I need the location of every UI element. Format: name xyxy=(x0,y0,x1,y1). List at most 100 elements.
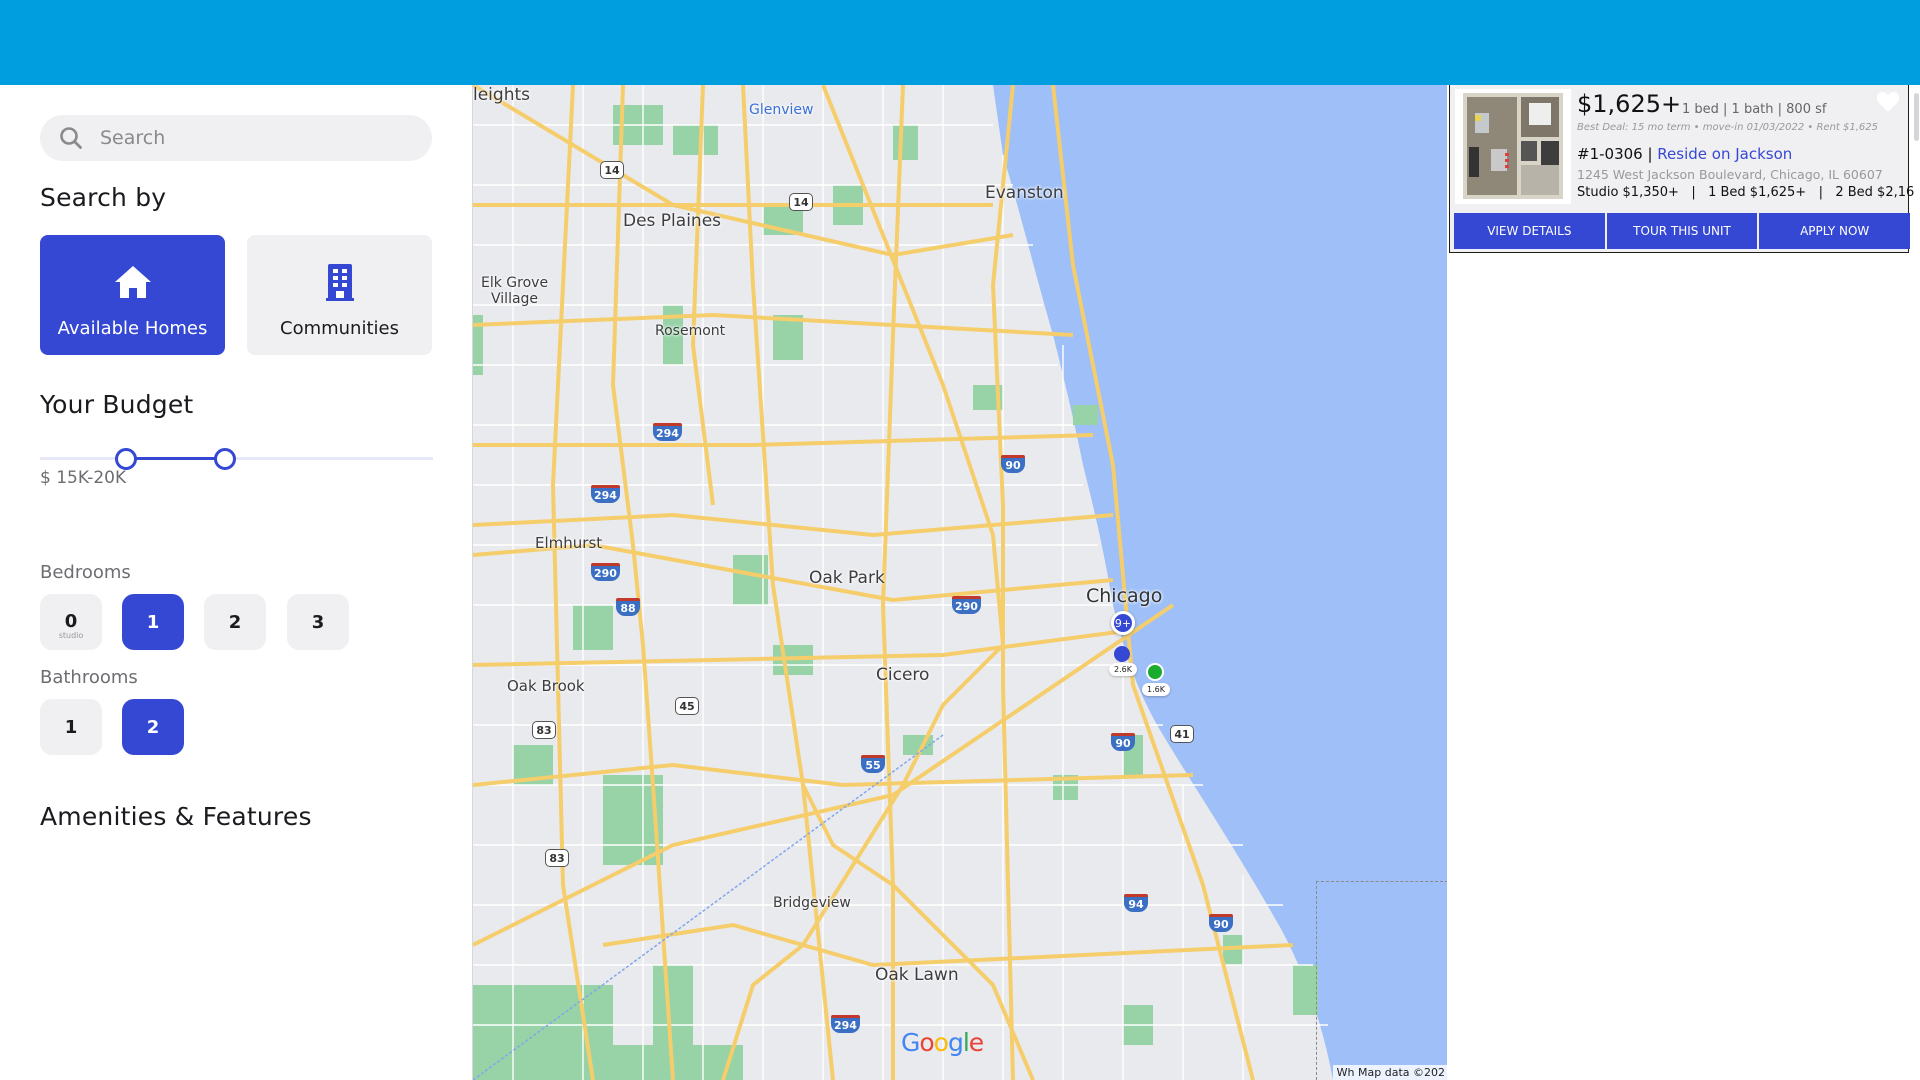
community-link[interactable]: Reside on Jackson xyxy=(1657,145,1792,163)
available-homes-option[interactable]: Available Homes xyxy=(40,235,225,355)
map-selected-listing-marker[interactable] xyxy=(1146,663,1164,681)
google-logo-letter: e xyxy=(968,1028,984,1057)
route-shield-i290: 290 xyxy=(952,596,981,614)
elk-grove-line1: Elk Grove xyxy=(481,275,549,291)
listing-panel: $1,625+ 1 bed | 1 bath | 800 sf Best Dea… xyxy=(1447,85,1920,1080)
map-label-oak-park: Oak Park xyxy=(809,568,885,588)
bathrooms-option-2[interactable]: 2 xyxy=(122,699,184,755)
building-icon xyxy=(325,264,354,301)
rail-line xyxy=(473,734,944,1080)
slider-min-handle[interactable] xyxy=(115,448,138,470)
route-shield-i290: 290 xyxy=(591,563,620,581)
top-header-bar xyxy=(0,0,1920,85)
communities-label: Communities xyxy=(280,318,399,339)
bedrooms-option-1[interactable]: 1 xyxy=(122,594,184,650)
map-price-tag[interactable]: 2.6K xyxy=(1109,663,1137,676)
map-base-layer xyxy=(473,85,1447,1080)
search-input[interactable] xyxy=(100,127,400,149)
listing-address: 1245 West Jackson Boulevard, Chicago, IL… xyxy=(1577,167,1883,182)
map-label-evanston: Evanston xyxy=(985,183,1064,203)
floorplan-thumbnail[interactable] xyxy=(1455,89,1571,204)
map-label-glenview: Glenview xyxy=(749,102,814,118)
bedrooms-label: Bedrooms xyxy=(40,562,131,583)
slider-track xyxy=(40,457,433,460)
map-label-rosemont: Rosemont xyxy=(655,323,726,339)
price-tiers: Studio $1,350+ | 1 Bed $1,625+ | 2 Bed $… xyxy=(1577,185,1920,200)
floorplan-image xyxy=(1463,93,1563,199)
listing-price: $1,625+ xyxy=(1577,90,1682,118)
route-shield-us83: 83 xyxy=(532,721,556,739)
filter-sidebar: Search by Available Homes Communities Yo… xyxy=(0,85,472,1080)
view-details-button[interactable]: VIEW DETAILS xyxy=(1454,213,1605,249)
map-listing-marker[interactable] xyxy=(1114,646,1130,662)
panel-scrollbar[interactable] xyxy=(1914,85,1920,1080)
map-view[interactable]: leights Glenview Evanston Des Plaines El… xyxy=(472,85,1447,1080)
route-shield-i90: 90 xyxy=(1111,733,1135,751)
map-label-des-plaines: Des Plaines xyxy=(623,211,722,231)
map-cluster-marker[interactable]: 9+ xyxy=(1111,611,1135,635)
search-icon xyxy=(60,127,82,149)
bedrooms-option-0[interactable]: 0 studio xyxy=(40,594,102,650)
bedrooms-option-2[interactable]: 2 xyxy=(204,594,266,650)
google-logo: Google xyxy=(901,1028,984,1057)
route-shield-i294: 294 xyxy=(591,485,620,503)
bathrooms-option-1-label: 1 xyxy=(64,716,78,738)
unit-number: #1-0306 | xyxy=(1577,145,1658,163)
route-shield-us45: 45 xyxy=(675,697,699,715)
map-label-heights: leights xyxy=(473,85,530,105)
route-shield-us83: 83 xyxy=(545,849,569,867)
search-by-heading: Search by xyxy=(40,183,167,212)
route-shield-i294: 294 xyxy=(653,423,682,441)
route-shield-i94: 94 xyxy=(1124,894,1148,912)
best-deal-info: Best Deal: 15 mo term • move-in 01/03/20… xyxy=(1577,122,1879,133)
map-label-bridgeview: Bridgeview xyxy=(773,895,851,911)
map-attribution[interactable]: Wh Map data ©202 xyxy=(1332,1065,1447,1080)
bathrooms-label: Bathrooms xyxy=(40,667,138,688)
favorite-heart-icon[interactable] xyxy=(1876,91,1900,113)
budget-heading: Your Budget xyxy=(40,390,194,419)
search-box[interactable] xyxy=(40,115,432,161)
route-shield-i88: 88 xyxy=(616,598,640,616)
listing-card[interactable]: $1,625+ 1 bed | 1 bath | 800 sf Best Dea… xyxy=(1449,85,1920,253)
map-label-elk-grove: Elk Grove Village xyxy=(481,275,548,307)
tour-unit-button[interactable]: TOUR THIS UNIT xyxy=(1606,213,1758,249)
amenities-heading: Amenities & Features xyxy=(40,802,312,831)
elk-grove-line2: Village xyxy=(491,291,539,307)
route-shield-i294: 294 xyxy=(831,1015,860,1033)
available-homes-label: Available Homes xyxy=(57,318,208,339)
bedrooms-option-0-label: 0 xyxy=(64,610,78,632)
bathrooms-option-2-label: 2 xyxy=(146,716,160,738)
slider-selected-range xyxy=(126,457,225,460)
bathrooms-option-1[interactable]: 1 xyxy=(40,699,102,755)
map-label-oak-lawn: Oak Lawn xyxy=(875,965,959,985)
listing-actions: VIEW DETAILS TOUR THIS UNIT APPLY NOW xyxy=(1454,213,1911,249)
bedrooms-option-3[interactable]: 3 xyxy=(287,594,349,650)
apply-now-button[interactable]: APPLY NOW xyxy=(1759,213,1911,249)
route-shield-i90: 90 xyxy=(1209,914,1233,932)
route-shield-i90: 90 xyxy=(1001,455,1025,473)
route-shield-us14: 14 xyxy=(600,161,624,179)
unit-line: #1-0306 | Reside on Jackson xyxy=(1577,145,1792,163)
studio-sublabel: studio xyxy=(58,630,84,640)
bedrooms-option-2-label: 2 xyxy=(228,611,242,633)
route-shield-us41: 41 xyxy=(1170,725,1194,743)
google-logo-letter: o xyxy=(919,1028,934,1057)
scrollbar-thumb[interactable] xyxy=(1914,93,1919,141)
bedrooms-option-1-label: 1 xyxy=(146,611,160,633)
google-logo-letter: g xyxy=(947,1028,964,1057)
bedrooms-option-3-label: 3 xyxy=(311,611,325,633)
map-boundary-dashed xyxy=(1316,881,1447,1080)
listing-specs: 1 bed | 1 bath | 800 sf xyxy=(1682,102,1827,117)
map-label-chicago: Chicago xyxy=(1086,585,1163,607)
budget-value: $ 15K-20K xyxy=(40,468,127,488)
map-price-tag[interactable]: 1.6K xyxy=(1142,683,1170,696)
communities-option[interactable]: Communities xyxy=(247,235,432,355)
home-icon xyxy=(114,266,151,298)
google-logo-letter: G xyxy=(901,1028,920,1057)
route-shield-i55: 55 xyxy=(861,755,885,773)
google-logo-letter: o xyxy=(933,1028,949,1057)
map-label-elmhurst: Elmhurst xyxy=(535,534,603,552)
map-label-cicero: Cicero xyxy=(876,665,930,685)
route-shield-us14: 14 xyxy=(789,193,813,211)
slider-max-handle[interactable] xyxy=(213,448,236,470)
